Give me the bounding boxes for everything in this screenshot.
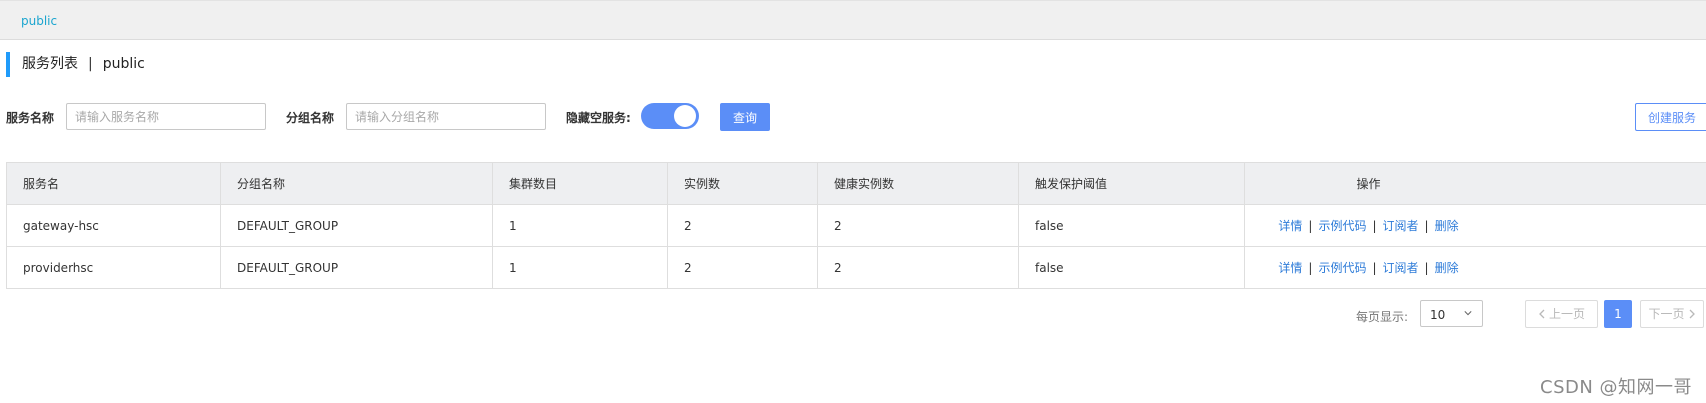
delete-link[interactable]: 删除: [1435, 261, 1459, 275]
group-name-label: 分组名称: [286, 111, 335, 125]
chevron-right-icon: [1689, 309, 1695, 319]
table-header-row: 服务名 分组名称 集群数目 实例数 健康实例数 触发保护阈值 操作: [6, 162, 1706, 205]
group-name-input[interactable]: [346, 103, 546, 130]
service-table: 服务名 分组名称 集群数目 实例数 健康实例数 触发保护阈值 操作 gatewa…: [6, 162, 1706, 289]
col-header-instances: 实例数: [667, 162, 818, 205]
action-separator: |: [1424, 219, 1429, 233]
cell-healthy: 2: [817, 204, 1019, 247]
cell-actions: 详情 | 示例代码 | 订阅者 | 删除: [1244, 246, 1706, 289]
page-size-select[interactable]: 10: [1420, 300, 1483, 327]
cell-service: providerhsc: [6, 246, 221, 289]
hide-empty-label: 隐藏空服务:: [566, 111, 631, 125]
chevron-left-icon: [1539, 309, 1545, 319]
prev-page-label: 上一页: [1548, 307, 1585, 321]
table-row: providerhsc DEFAULT_GROUP 1 2 2 false 详情…: [6, 246, 1706, 289]
hide-empty-toggle[interactable]: [641, 103, 699, 129]
col-header-group: 分组名称: [220, 162, 493, 205]
service-name-input[interactable]: [66, 103, 266, 130]
next-page-label: 下一页: [1648, 307, 1685, 321]
query-button[interactable]: 查询: [720, 103, 770, 131]
page-title-namespace: public: [102, 56, 145, 72]
detail-link[interactable]: 详情: [1278, 261, 1302, 275]
col-header-protect: 触发保护阈值: [1018, 162, 1245, 205]
chevron-down-icon: [1464, 311, 1472, 316]
action-separator: |: [1424, 261, 1429, 275]
cell-group: DEFAULT_GROUP: [220, 204, 493, 247]
action-separator: |: [1372, 219, 1377, 233]
namespace-tab-public[interactable]: public: [21, 14, 57, 28]
sample-code-link[interactable]: 示例代码: [1318, 261, 1366, 275]
col-header-healthy: 健康实例数: [817, 162, 1019, 205]
cell-actions: 详情 | 示例代码 | 订阅者 | 删除: [1244, 204, 1706, 247]
cell-protect: false: [1018, 246, 1245, 289]
page-title: 服务列表 | public: [6, 52, 145, 77]
action-separator: |: [1308, 261, 1313, 275]
cell-instances: 2: [667, 246, 818, 289]
page-number-current[interactable]: 1: [1604, 300, 1632, 328]
page-title-separator: |: [88, 56, 93, 72]
page-title-label: 服务列表: [22, 56, 78, 72]
col-header-actions: 操作: [1244, 162, 1706, 205]
cell-clusters: 1: [492, 204, 668, 247]
action-separator: |: [1372, 261, 1377, 275]
cell-healthy: 2: [817, 246, 1019, 289]
detail-link[interactable]: 详情: [1278, 219, 1302, 233]
cell-protect: false: [1018, 204, 1245, 247]
col-header-clusters: 集群数目: [492, 162, 668, 205]
subscribers-link[interactable]: 订阅者: [1383, 261, 1419, 275]
page-size-value: 10: [1430, 308, 1446, 322]
cell-group: DEFAULT_GROUP: [220, 246, 493, 289]
namespace-bar: public: [0, 0, 1706, 40]
service-name-label: 服务名称: [6, 111, 55, 125]
next-page-button[interactable]: 下一页: [1640, 300, 1704, 328]
cell-instances: 2: [667, 204, 818, 247]
watermark: CSDN @知网一哥: [1540, 377, 1693, 398]
cell-service: gateway-hsc: [6, 204, 221, 247]
cell-clusters: 1: [492, 246, 668, 289]
page-size-label: 每页显示:: [1356, 310, 1409, 324]
delete-link[interactable]: 删除: [1435, 219, 1459, 233]
col-header-service: 服务名: [6, 162, 221, 205]
action-separator: |: [1308, 219, 1313, 233]
table-row: gateway-hsc DEFAULT_GROUP 1 2 2 false 详情…: [6, 204, 1706, 247]
subscribers-link[interactable]: 订阅者: [1383, 219, 1419, 233]
prev-page-button[interactable]: 上一页: [1525, 300, 1598, 328]
toggle-knob: [674, 105, 696, 127]
create-service-button[interactable]: 创建服务: [1635, 103, 1706, 131]
sample-code-link[interactable]: 示例代码: [1318, 219, 1366, 233]
